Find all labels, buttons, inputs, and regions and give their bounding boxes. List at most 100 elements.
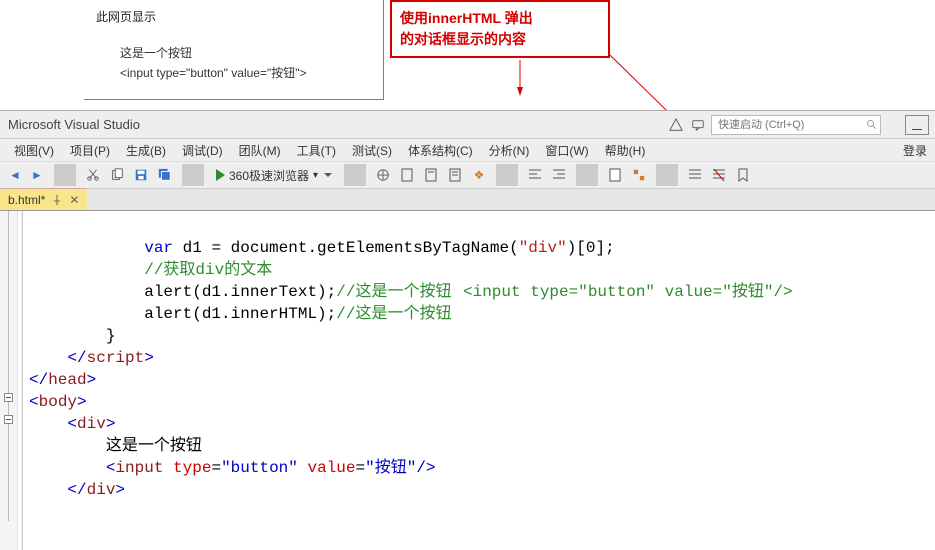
run-target-label: 360极速浏览器 [229,167,309,184]
nav-back-button[interactable]: ◄ [4,166,26,184]
outline-gutter [0,211,18,550]
toolbar-uncomment-button[interactable] [708,164,730,186]
code-comment: //这是一个按钮 [336,283,451,301]
pin-icon[interactable] [51,191,63,209]
menu-tools[interactable]: 工具(T) [289,142,344,159]
code-angle: < [29,393,39,411]
toolbar-comment-button[interactable] [684,164,706,186]
play-icon [216,169,225,181]
vs-window: Microsoft Visual Studio 视图(V) 项目(P) 生成(B… [0,110,935,550]
alert-title: 此网页显示 [96,8,371,25]
toolbar-doc2-button[interactable] [420,164,442,186]
toolbar-class-button[interactable] [628,164,650,186]
code-comment: //获取div的文本 [144,261,272,279]
code-angle: < [67,415,77,433]
toolbar-newfile-button[interactable] [604,164,626,186]
copy-button[interactable] [106,164,128,186]
menu-build[interactable]: 生成(B) [118,142,174,159]
editor-tab-active[interactable]: b.html* ✕ [0,188,87,210]
toolbar-doc3-button[interactable] [444,164,466,186]
code-angle: </ [67,481,86,499]
code-str: "div" [519,239,567,257]
code-angle: /> [416,459,435,477]
code-tag: script [87,349,145,367]
alert-dialog: 此网页显示 这是一个按钮 <input type="button" value=… [84,0,384,100]
code-text: 这是一个按钮 [106,437,202,455]
tab-label: b.html* [8,193,45,207]
code-val: "按钮" [365,459,416,477]
toolbar-indent-right-button[interactable] [548,164,570,186]
code-angle: </ [29,371,48,389]
separator [496,164,518,186]
alert-body: 这是一个按钮 <input type="button" value="按钮"> [96,43,371,84]
code-angle: < [106,459,116,477]
notifications-icon[interactable] [667,116,685,134]
code-tag: head [48,371,86,389]
login-link[interactable]: 登录 [895,142,935,159]
code-text: alert(d1.innerHTML); [144,305,336,323]
separator [576,164,598,186]
menu-debug[interactable]: 调试(D) [174,142,231,159]
code-tag: div [87,481,116,499]
separator [344,164,366,186]
menu-window[interactable]: 窗口(W) [537,142,596,159]
code-attr: value [307,459,355,477]
save-button[interactable] [130,164,152,186]
alert-line1: 这是一个按钮 [120,43,371,63]
code-text: alert(d1.innerText); [144,283,336,301]
vs-app-title: Microsoft Visual Studio [8,117,140,132]
callout-line2: 的对话框显示的内容 [400,29,600,50]
code-angle: > [87,371,97,389]
chevron-down-icon [324,173,332,177]
annotation-callout: 使用innerHTML 弹出 的对话框显示的内容 [390,0,610,58]
menu-test[interactable]: 测试(S) [344,142,400,159]
code-text: )[0]; [567,239,615,257]
code-angle: > [77,393,87,411]
menu-view[interactable]: 视图(V) [6,142,62,159]
menu-help[interactable]: 帮助(H) [597,142,654,159]
menu-arch[interactable]: 体系结构(C) [400,142,481,159]
vs-titlebar: Microsoft Visual Studio [0,111,935,139]
code-tag: input [115,459,163,477]
save-all-button[interactable] [154,164,176,186]
editor-tabstrip: b.html* ✕ [0,189,935,211]
code-tag: div [77,415,106,433]
code-text: } [106,327,116,345]
code-val: "button" [221,459,298,477]
vs-menubar: 视图(V) 项目(P) 生成(B) 调试(D) 团队(M) 工具(T) 测试(S… [0,139,935,161]
code-comment: //这是一个按钮 [336,305,451,323]
code-content: var d1 = document.getElementsByTagName("… [23,211,935,550]
code-tag: body [39,393,77,411]
feedback-icon[interactable] [689,116,707,134]
code-attr: type [173,459,211,477]
search-icon[interactable] [863,116,881,134]
cut-button[interactable] [82,164,104,186]
menu-analyze[interactable]: 分析(N) [481,142,538,159]
inline-annotation: <input type="button" value="按钮"/> [463,281,793,303]
browser-link-button[interactable] [372,164,394,186]
collapse-toggle[interactable] [4,393,13,402]
code-angle: > [115,481,125,499]
toolbar-indent-left-button[interactable] [524,164,546,186]
menu-team[interactable]: 团队(M) [231,142,289,159]
toolbar-bookmark-button[interactable] [732,164,754,186]
separator [656,164,678,186]
separator [54,164,76,186]
code-kw: var [144,239,173,257]
nav-forward-button[interactable]: ► [26,166,48,184]
run-button[interactable]: 360极速浏览器 ▾ [210,164,338,186]
close-tab-button[interactable]: ✕ [69,193,79,207]
separator [182,164,204,186]
toolbar-tag-button[interactable]: ❖ [468,164,490,186]
callout-line1: 使用innerHTML 弹出 [400,8,600,29]
quick-launch-input[interactable] [711,115,881,135]
minimize-button[interactable] [905,115,929,135]
code-editor[interactable]: var d1 = document.getElementsByTagName("… [0,211,935,550]
collapse-toggle[interactable] [4,415,13,424]
menu-project[interactable]: 项目(P) [62,142,118,159]
code-angle: > [144,349,154,367]
alert-line2: <input type="button" value="按钮"> [120,63,371,83]
code-angle: > [106,415,116,433]
toolbar-doc1-button[interactable] [396,164,418,186]
code-angle: </ [67,349,86,367]
